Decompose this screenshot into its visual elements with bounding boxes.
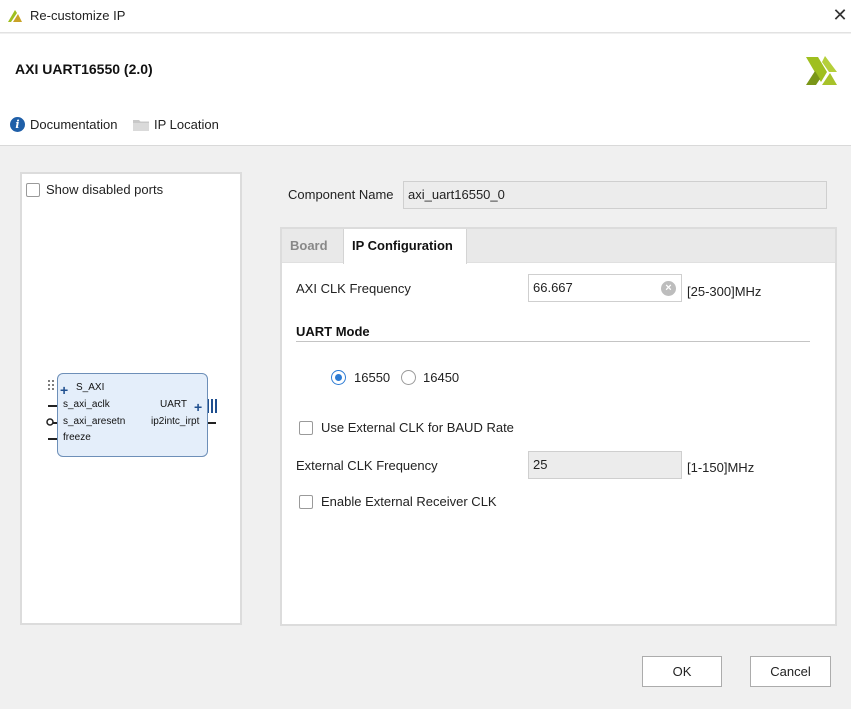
clear-icon[interactable]: ×: [661, 281, 676, 296]
port-s-axi-aclk: s_axi_aclk: [63, 399, 110, 410]
cancel-button[interactable]: Cancel: [750, 656, 831, 687]
ip-location-link[interactable]: IP Location: [133, 117, 219, 132]
documentation-link[interactable]: i Documentation: [10, 117, 117, 132]
ok-button[interactable]: OK: [642, 656, 722, 687]
enable-external-receiver-clk-label: Enable External Receiver CLK: [321, 494, 497, 509]
dialog-header: AXI UART16550 (2.0) i Documentation IP L…: [0, 34, 851, 146]
use-external-clk-row[interactable]: Use External CLK for BAUD Rate: [299, 420, 514, 435]
show-disabled-ports-row[interactable]: Show disabled ports: [26, 182, 163, 197]
info-icon: i: [10, 117, 25, 132]
ip-location-label: IP Location: [154, 117, 219, 132]
pin-line: [48, 405, 57, 407]
window-titlebar: Re-customize IP ✕: [0, 0, 851, 33]
axi-clk-frequency-input[interactable]: 66.667: [528, 274, 682, 302]
folder-icon: [133, 119, 149, 131]
port-uart: UART: [160, 399, 188, 410]
pin-line: [48, 438, 57, 440]
use-external-clk-label: Use External CLK for BAUD Rate: [321, 420, 514, 435]
component-name-label: Component Name: [288, 187, 394, 202]
expand-plus-icon[interactable]: +: [194, 400, 202, 414]
tab-ip-configuration[interactable]: IP Configuration: [343, 229, 467, 264]
axi-clk-range: [25-300]MHz: [687, 284, 762, 299]
port-s-axi: S_AXI: [76, 382, 105, 393]
tab-bar: Board IP Configuration: [282, 229, 835, 264]
ip-symbol-panel: Show disabled ports + S_AXI s_axi_aclk s…: [20, 172, 242, 625]
window-title: Re-customize IP: [30, 8, 126, 23]
external-clk-frequency-label: External CLK Frequency: [296, 458, 438, 473]
ip-block-symbol[interactable]: + S_AXI s_axi_aclk s_axi_aresetn freeze …: [57, 373, 208, 457]
show-disabled-ports-checkbox[interactable]: [26, 182, 40, 197]
radio-16550[interactable]: [331, 370, 346, 385]
external-clk-frequency-input: 25: [528, 451, 682, 479]
active-low-pin-icon: [46, 418, 54, 426]
port-ip2intc-irpt: ip2intc_irpt: [151, 416, 200, 427]
port-s-axi-aresetn: s_axi_aresetn: [63, 416, 126, 427]
axi-clk-frequency-label: AXI CLK Frequency: [296, 281, 411, 296]
ip-title: AXI UART16550 (2.0): [15, 61, 153, 77]
radio-16550-label: 16550: [354, 370, 391, 385]
show-disabled-ports-label: Show disabled ports: [46, 182, 164, 197]
tab-board[interactable]: Board: [282, 229, 343, 263]
pin-line: [208, 422, 216, 424]
expand-plus-icon[interactable]: +: [60, 383, 68, 397]
vivado-logo-icon: [8, 10, 22, 22]
use-external-clk-checkbox[interactable]: [299, 420, 313, 435]
axi-clk-frequency-value: 66.667: [533, 280, 573, 295]
port-freeze: freeze: [63, 432, 91, 443]
enable-external-receiver-clk-row[interactable]: Enable External Receiver CLK: [299, 494, 497, 509]
xilinx-logo-icon: [806, 56, 837, 85]
external-clk-range: [1-150]MHz: [687, 460, 755, 475]
radio-16450-label: 16450: [423, 370, 460, 385]
component-name-field[interactable]: axi_uart16550_0: [403, 181, 827, 209]
radio-16450[interactable]: [401, 370, 416, 385]
section-divider: [296, 341, 810, 342]
close-icon[interactable]: ✕: [830, 5, 850, 25]
uart-mode-title: UART Mode: [296, 324, 370, 339]
documentation-label: Documentation: [30, 117, 118, 132]
enable-external-receiver-clk-checkbox[interactable]: [299, 494, 313, 509]
external-clk-frequency-value: 25: [533, 457, 548, 472]
